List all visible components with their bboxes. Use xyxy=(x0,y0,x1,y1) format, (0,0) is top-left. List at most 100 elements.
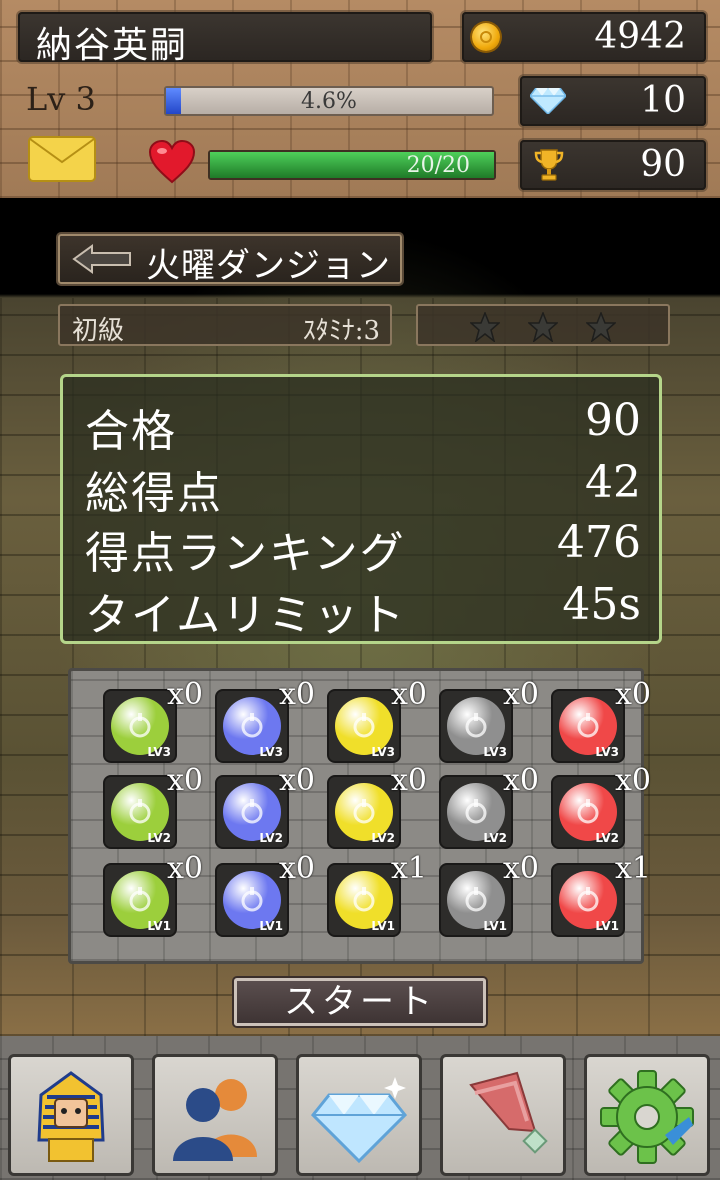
star-icon xyxy=(586,312,616,342)
item-count: x0 xyxy=(279,763,316,798)
item-slot[interactable]: LV1 xyxy=(215,863,289,937)
item-slot[interactable]: LV3 xyxy=(103,689,177,763)
info-row-ranking: 得点ランキング 476 xyxy=(85,517,641,579)
dungeon-info-panel: 合格 90 総得点 42 得点ランキング 476 タイムリミット 45s xyxy=(60,374,662,644)
item-count: x0 xyxy=(167,677,204,712)
nav-settings-button[interactable] xyxy=(584,1054,710,1176)
item-slot[interactable]: LV1 xyxy=(103,863,177,937)
xp-bar: 4.6% xyxy=(164,86,494,116)
status-header: 納谷英嗣 4942 Lv 3 4.6% 10 20/20 90 xyxy=(0,0,720,198)
star-icon xyxy=(528,312,558,342)
item-level: LV1 xyxy=(371,919,395,933)
item-slot[interactable]: LV3 xyxy=(215,689,289,763)
nav-shop-button[interactable] xyxy=(296,1054,422,1176)
info-row-total-score: 総得点 42 xyxy=(85,457,641,519)
star-icon xyxy=(470,312,500,342)
difficulty-label: 初級 xyxy=(72,316,125,346)
trophy-value: 90 xyxy=(640,144,686,185)
info-value: 90 xyxy=(585,395,641,446)
heart-icon xyxy=(148,140,196,184)
item-level: LV2 xyxy=(371,831,395,845)
item-count: x0 xyxy=(167,763,204,798)
item-level: LV2 xyxy=(483,831,507,845)
item-slot[interactable]: LV3 xyxy=(327,689,401,763)
trophy-icon xyxy=(534,149,564,181)
stamina-cost: ｽﾀﾐﾅ:3 xyxy=(302,316,380,346)
item-level: LV3 xyxy=(147,745,171,759)
item-count: x0 xyxy=(503,763,540,798)
stamina-bar: 20/20 xyxy=(208,150,496,180)
item-slot[interactable]: LV2 xyxy=(215,775,289,849)
start-button[interactable]: スタート xyxy=(234,978,486,1026)
flag-icon xyxy=(469,1071,548,1154)
item-count: x1 xyxy=(391,851,428,886)
item-slot[interactable]: LV2 xyxy=(439,775,513,849)
gold-counter: 4942 xyxy=(462,12,706,62)
item-level: LV3 xyxy=(371,745,395,759)
item-level: LV3 xyxy=(259,745,283,759)
player-name-plate: 納谷英嗣 xyxy=(18,12,432,66)
info-label: 合格 xyxy=(85,406,177,457)
item-level: LV3 xyxy=(483,745,507,759)
xp-percent: 4.6% xyxy=(301,89,357,114)
nav-flag-button[interactable] xyxy=(440,1054,566,1176)
item-count: x0 xyxy=(279,677,316,712)
item-count: x0 xyxy=(615,763,652,798)
info-label: 総得点 xyxy=(85,468,223,519)
dungeon-detail-screen: 火曜ダンジョン 初級 ｽﾀﾐﾅ:3 合格 90 総得点 42 得点ランキング 4… xyxy=(0,198,720,1036)
player-level: Lv 3 xyxy=(26,80,96,118)
star-rating xyxy=(416,304,670,346)
item-slot[interactable]: LV3 xyxy=(551,689,625,763)
mail-icon[interactable] xyxy=(28,136,96,182)
item-count: x0 xyxy=(615,677,652,712)
info-value: 45s xyxy=(562,579,641,630)
difficulty-plate: 初級 ｽﾀﾐﾅ:3 xyxy=(58,304,392,346)
player-name: 納谷英嗣 xyxy=(36,25,189,66)
diamond-counter[interactable]: 10 xyxy=(520,76,706,126)
info-value: 42 xyxy=(585,457,641,508)
item-slot[interactable]: LV2 xyxy=(327,775,401,849)
item-count: x0 xyxy=(167,851,204,886)
diamond-icon xyxy=(530,88,566,114)
item-level: LV3 xyxy=(595,745,619,759)
item-count: x0 xyxy=(503,677,540,712)
pharaoh-icon xyxy=(37,1071,105,1162)
item-level: LV1 xyxy=(595,919,619,933)
item-grid: LV3 x0 LV3 x0 LV3 x0 LV3 x0 LV3 x0 LV2 x0 LV2 x0 LV2 x0… xyxy=(68,668,651,964)
item-count: x0 xyxy=(279,851,316,886)
item-level: LV1 xyxy=(259,919,283,933)
item-level: LV1 xyxy=(483,919,507,933)
item-slot[interactable]: LV2 xyxy=(551,775,625,849)
gold-value: 4942 xyxy=(594,16,686,57)
stamina-value: 20/20 xyxy=(406,153,470,178)
dungeon-title: 火曜ダンジョン xyxy=(146,246,391,286)
bottom-nav xyxy=(0,1036,720,1180)
nav-character-button[interactable] xyxy=(8,1054,134,1176)
info-row-time-limit: タイムリミット 45s xyxy=(85,579,641,641)
nav-friends-button[interactable] xyxy=(152,1054,278,1176)
settings-gear-icon xyxy=(600,1070,694,1164)
info-label: タイムリミット xyxy=(85,590,407,641)
info-row-pass: 合格 90 xyxy=(85,395,641,457)
info-label: 得点ランキング xyxy=(85,528,406,579)
item-count: x0 xyxy=(391,677,428,712)
diamond-value: 10 xyxy=(640,80,686,121)
item-slot[interactable]: LV1 xyxy=(439,863,513,937)
item-count: x0 xyxy=(391,763,428,798)
back-arrow-icon[interactable] xyxy=(72,244,132,274)
item-slot[interactable]: LV3 xyxy=(439,689,513,763)
item-level: LV1 xyxy=(147,919,171,933)
item-slot[interactable]: LV1 xyxy=(551,863,625,937)
friends-icon xyxy=(173,1079,257,1161)
item-level: LV2 xyxy=(147,831,171,845)
trophy-counter: 90 xyxy=(520,140,706,190)
item-level: LV2 xyxy=(259,831,283,845)
coin-icon xyxy=(472,23,500,51)
gem-shop-icon xyxy=(310,1077,408,1164)
dungeon-title-bar[interactable]: 火曜ダンジョン xyxy=(58,234,402,286)
item-level: LV2 xyxy=(595,831,619,845)
item-count: x1 xyxy=(615,851,652,886)
item-slot[interactable]: LV2 xyxy=(103,775,177,849)
item-count: x0 xyxy=(503,851,540,886)
item-slot[interactable]: LV1 xyxy=(327,863,401,937)
